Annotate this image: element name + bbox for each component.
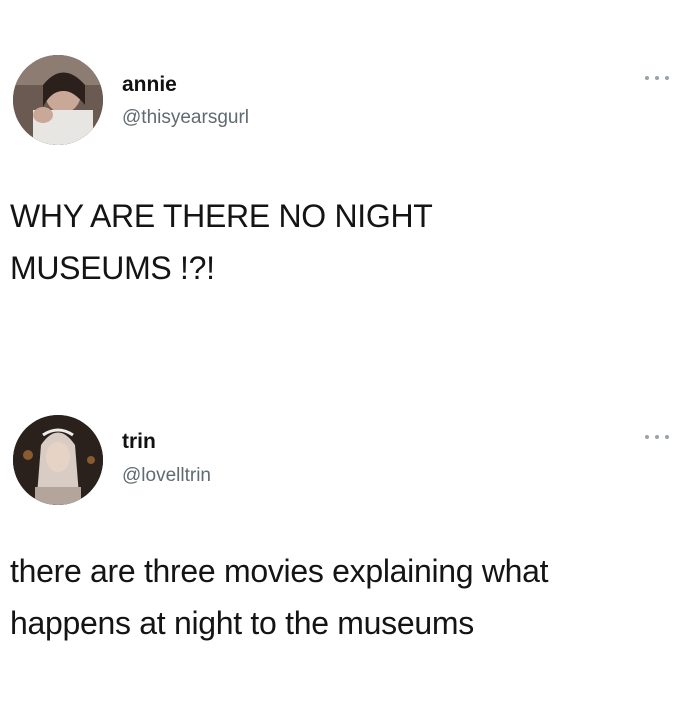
more-horizontal-icon[interactable] <box>644 73 670 83</box>
tweet-card-annie[interactable]: annie @thisyearsgurl WHY ARE THERE NO NI… <box>0 0 700 345</box>
more-horizontal-icon[interactable] <box>644 432 670 442</box>
tweet-text: there are three movies explaining what h… <box>10 553 549 641</box>
user-handle[interactable]: @thisyearsgurl <box>122 107 249 129</box>
display-name[interactable]: annie <box>122 73 177 97</box>
avatar-trin[interactable] <box>13 415 103 505</box>
user-handle[interactable]: @lovelltrin <box>122 465 211 487</box>
display-name[interactable]: trin <box>122 430 156 454</box>
avatar-annie[interactable] <box>13 55 103 145</box>
tweet-card-trin[interactable]: trin @lovelltrin there are three movies … <box>0 395 700 719</box>
tweet-text: WHY ARE THERE NO NIGHT MUSEUMS !?! <box>10 198 433 286</box>
